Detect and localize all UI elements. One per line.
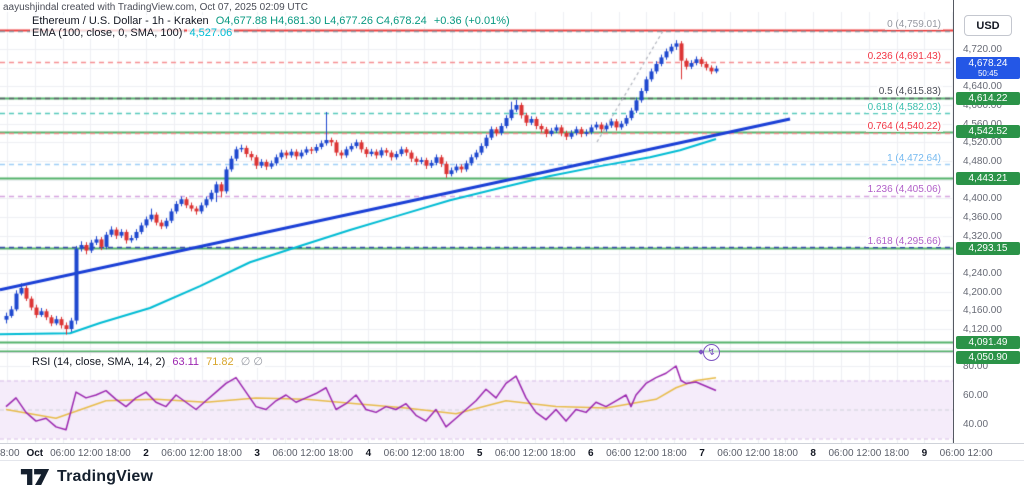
- time-axis-day-label: 3: [254, 448, 260, 459]
- level-price-badge: 4,091.49: [956, 336, 1020, 349]
- level-price-badge: 4,614.22: [956, 92, 1020, 105]
- currency-toggle-button[interactable]: USD: [964, 15, 1012, 36]
- rsi-ma-value: 71.82: [204, 356, 236, 368]
- time-axis-label: 12:00: [967, 448, 992, 459]
- tradingview-logo-text: TradingView: [57, 468, 153, 486]
- fib-level-label: 0 (4,759.01): [885, 19, 943, 30]
- time-axis-day-label: Oct: [26, 448, 43, 459]
- tradingview-logo[interactable]: TradingView: [20, 467, 153, 487]
- fib-level-label: 1 (4,472.64): [885, 153, 943, 164]
- price-scale-label: 4,120.00: [963, 324, 1002, 335]
- chart-area[interactable]: Ethereum / U.S. Dollar - 1h - Kraken O4,…: [0, 0, 953, 443]
- lightning-sticker-icon[interactable]: ↯: [703, 344, 720, 361]
- time-axis-label: 18:00: [662, 448, 687, 459]
- time-axis-day-label: 4: [366, 448, 372, 459]
- symbol-title: Ethereum / U.S. Dollar - 1h - Kraken: [30, 15, 211, 27]
- level-price-badge: 4,542.52: [956, 125, 1020, 138]
- time-axis-label: 12:00: [189, 448, 214, 459]
- price-scale-label: 4,200.00: [963, 287, 1002, 298]
- time-axis-label: 06:00: [50, 448, 75, 459]
- time-axis-day-label: 6: [588, 448, 594, 459]
- level-price-badge: 4,443.21: [956, 172, 1020, 185]
- time-axis-label: 12:00: [300, 448, 325, 459]
- rsi-empty-values: ∅ ∅: [239, 356, 265, 368]
- time-axis-day-label: 7: [699, 448, 705, 459]
- time-axis-label: 18:00: [884, 448, 909, 459]
- time-axis-label: 06:00: [495, 448, 520, 459]
- rsi-legend[interactable]: RSI (14, close, SMA, 14, 2) 63.11 71.82 …: [30, 355, 265, 368]
- price-chart-canvas[interactable]: [0, 0, 953, 443]
- fib-level-label: 1.618 (4,295.66): [866, 236, 943, 247]
- time-axis-label: 18:00: [550, 448, 575, 459]
- tradingview-chart-window: aayushjindal created with TradingView.co…: [0, 0, 1024, 493]
- time-axis-label: 12:00: [78, 448, 103, 459]
- rsi-scale-label: 40.00: [963, 419, 988, 430]
- rsi-title: RSI (14, close, SMA, 14, 2): [30, 356, 167, 368]
- time-axis-label: 12:00: [745, 448, 770, 459]
- attribution-text: aayushjindal created with TradingView.co…: [3, 2, 308, 13]
- time-axis-day-label: 9: [922, 448, 928, 459]
- ema-title: EMA (100, close, 0, SMA, 100): [30, 27, 184, 39]
- time-axis-day-label: 8: [810, 448, 816, 459]
- time-axis-label: 06:00: [606, 448, 631, 459]
- time-axis-label: 12:00: [411, 448, 436, 459]
- ema-value: 4,527.06: [187, 27, 234, 39]
- time-axis-label: 18:00: [106, 448, 131, 459]
- time-axis-label: 06:00: [940, 448, 965, 459]
- bar-countdown: 50:45: [959, 69, 1017, 78]
- price-scale-label: 4,160.00: [963, 305, 1002, 316]
- fib-level-label: 1.236 (4,405.06): [866, 184, 943, 195]
- fib-level-label: 0.618 (4,582.03): [866, 102, 943, 113]
- time-axis-label: 06:00: [161, 448, 186, 459]
- price-scale-label: 4,360.00: [963, 212, 1002, 223]
- time-axis-day-label: 2: [143, 448, 149, 459]
- level-price-badge: 4,050.90: [956, 351, 1020, 364]
- bottom-bar: TradingView: [0, 460, 1024, 493]
- level-price-badge: 4,293.15: [956, 242, 1020, 255]
- tradingview-logo-icon: [20, 467, 50, 487]
- time-axis-label: 12:00: [856, 448, 881, 459]
- rsi-scale-label: 60.00: [963, 390, 988, 401]
- symbol-legend[interactable]: Ethereum / U.S. Dollar - 1h - Kraken O4,…: [30, 15, 512, 27]
- last-price-badge: 4,678.2450:45: [956, 57, 1020, 79]
- price-scale-label: 4,240.00: [963, 268, 1002, 279]
- price-scale-label: 4,520.00: [963, 137, 1002, 148]
- time-axis-label: 06:00: [384, 448, 409, 459]
- fib-level-label: 0.764 (4,540.22): [866, 121, 943, 132]
- time-axis-label: 18:00: [217, 448, 242, 459]
- price-scale-label: 4,320.00: [963, 231, 1002, 242]
- time-axis-label: 12:00: [634, 448, 659, 459]
- change-value: +0.36 (+0.01%): [432, 15, 512, 27]
- time-axis-label: 18:00: [328, 448, 353, 459]
- time-axis-label: 06:00: [717, 448, 742, 459]
- fib-level-label: 0.5 (4,615.83): [877, 86, 943, 97]
- price-scale-label: 4,480.00: [963, 156, 1002, 167]
- time-axis-day-label: 5: [477, 448, 483, 459]
- time-axis[interactable]: 18:00Oct06:0012:0018:00206:0012:0018:003…: [0, 443, 1024, 460]
- time-axis-label: 18:00: [439, 448, 464, 459]
- time-axis-label: 18:00: [0, 448, 20, 459]
- ohlc-values: O4,677.88 H4,681.30 L4,677.26 C4,678.24: [214, 15, 429, 27]
- fib-level-label: 0.236 (4,691.43): [866, 51, 943, 62]
- time-axis-label: 06:00: [828, 448, 853, 459]
- time-axis-label: 18:00: [773, 448, 798, 459]
- price-scale[interactable]: USD 4,720.004,640.004,600.004,560.004,52…: [953, 0, 1024, 443]
- rsi-value: 63.11: [170, 356, 201, 368]
- ema-legend[interactable]: EMA (100, close, 0, SMA, 100) 4,527.06: [30, 27, 234, 39]
- time-axis-label: 06:00: [272, 448, 297, 459]
- time-axis-label: 12:00: [523, 448, 548, 459]
- price-scale-label: 4,720.00: [963, 44, 1002, 55]
- price-scale-label: 4,640.00: [963, 81, 1002, 92]
- price-scale-label: 4,400.00: [963, 193, 1002, 204]
